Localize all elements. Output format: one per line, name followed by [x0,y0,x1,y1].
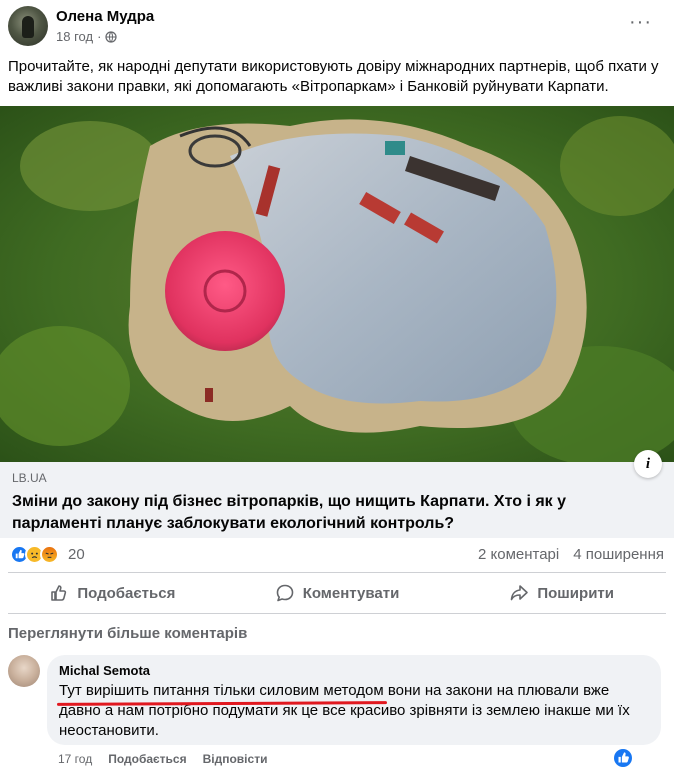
more-options-icon[interactable]: ··· [629,12,652,32]
like-label: Подобається [77,584,176,602]
share-button[interactable]: Поширити [449,577,674,609]
comments-count[interactable]: 2 коментарі [478,546,559,563]
link-preview-card[interactable]: i LB.UA Зміни до закону під бізнес вітро… [0,450,674,538]
meta-dot: · [97,29,102,44]
share-label: Поширити [537,584,614,602]
author-name[interactable]: Олена Мудра [56,8,154,25]
comment-footer: 17 год Подобається Відповісти [58,752,267,766]
post-text: Прочитайте, як народні депутати використ… [8,58,659,95]
comment-like-link[interactable]: Подобається [108,752,186,766]
link-domain: LB.UA [12,471,47,485]
angry-reaction-icon [40,545,59,564]
like-button[interactable]: Подобається [0,577,225,609]
post-time[interactable]: 18 год [56,29,93,44]
comment-text: Тут вирішить питання тільки силовим мето… [59,682,630,739]
divider [8,572,666,573]
comment-icon [276,584,293,602]
commenter-avatar[interactable] [8,655,40,687]
like-icon [51,585,67,601]
comment-label: Коментувати [302,584,400,602]
comment-share-counts: 2 коментарі 4 поширення [478,546,664,563]
reaction-count[interactable]: 20 [68,546,85,563]
post-actions: Подобається Коментувати Поширити [0,577,674,609]
comment-time[interactable]: 17 год [58,752,92,766]
link-title[interactable]: Зміни до закону під бізнес вітропарків, … [12,491,632,535]
author-avatar[interactable] [8,6,48,46]
share-icon [511,585,529,601]
comment-author[interactable]: Michal Semota [59,663,150,678]
info-icon[interactable]: i [634,450,662,478]
view-more-comments-link[interactable]: Переглянути більше коментарів [8,625,247,642]
comment-reply-link[interactable]: Відповісти [203,752,268,766]
divider [8,613,666,614]
post-stats: 20 2 коментарі 4 поширення [0,543,674,567]
link-preview-image[interactable] [0,106,674,462]
post-header: Олена Мудра 18 год · ··· [0,0,674,56]
globe-icon [105,30,118,43]
comment-bubble: Michal Semota Тут вирішить питання тільк… [47,655,661,745]
reaction-icons[interactable] [10,545,59,564]
comment-like-reaction-icon[interactable] [614,749,632,767]
post-meta: 18 год · [56,29,118,44]
comment-button[interactable]: Коментувати [225,577,450,609]
shares-count[interactable]: 4 поширення [573,546,664,563]
